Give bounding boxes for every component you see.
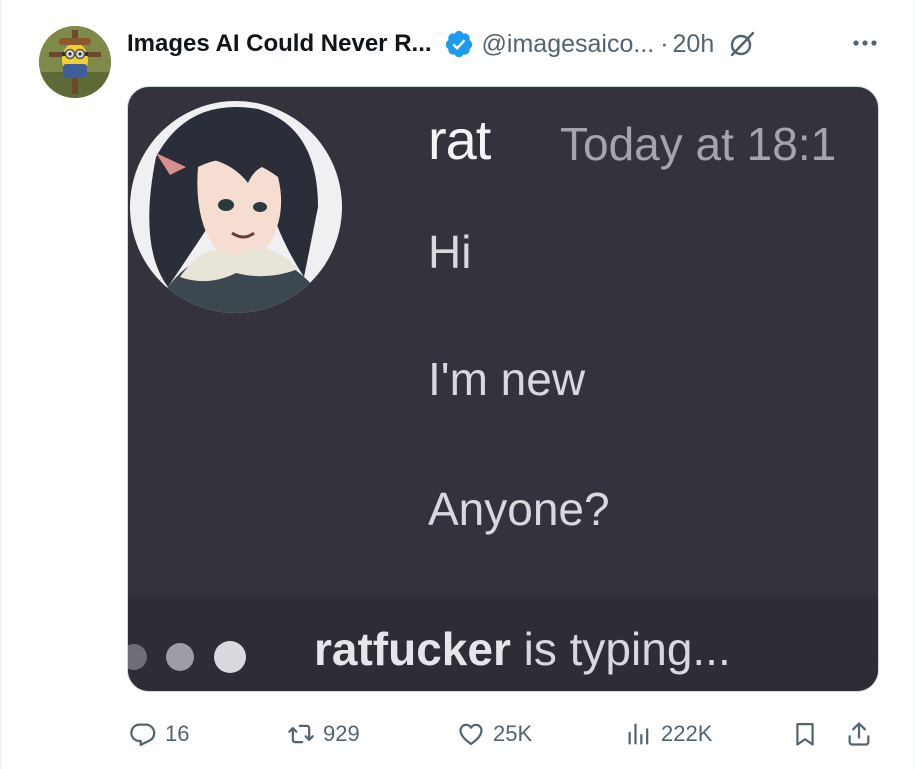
retweet-button[interactable]: 929 [287, 712, 360, 756]
share-icon [848, 722, 870, 746]
typing-suffix: is typing... [510, 623, 731, 675]
chat-message: I'm new [428, 353, 586, 405]
reply-count: 16 [165, 721, 190, 746]
chat-message: Hi [428, 226, 472, 278]
typing-indicator-text: ratfucker is typing... [314, 622, 731, 676]
verified-badge-icon[interactable] [444, 29, 474, 59]
views-button[interactable]: 222K [625, 712, 712, 756]
typing-dots-icon [128, 641, 246, 673]
like-button[interactable]: 25K [457, 712, 532, 756]
chat-username: rat [428, 108, 491, 171]
retweet-icon [288, 724, 314, 744]
author-avatar[interactable] [39, 26, 111, 98]
bookmark-icon [796, 722, 814, 746]
tweet[interactable]: Images AI Could Never R... @imagesaico..… [0, 0, 915, 769]
reply-button[interactable]: 16 [129, 712, 189, 756]
typing-username: ratfucker [314, 623, 511, 675]
views-count: 222K [661, 721, 713, 746]
views-chart-icon [628, 723, 649, 745]
author-display-name[interactable]: Images AI Could Never R... [127, 30, 432, 58]
tweet-media-image[interactable]: rat Today at 18:1 Hi I'm new Anyone? rat… [127, 86, 879, 692]
share-button[interactable] [845, 712, 873, 756]
more-icon[interactable] [850, 30, 880, 56]
grok-icon[interactable] [728, 30, 756, 58]
like-count: 25K [493, 721, 533, 746]
header-separator: · [660, 29, 669, 58]
retweet-count: 929 [323, 721, 360, 746]
bookmark-button[interactable] [791, 712, 819, 756]
chat-timestamp: Today at 18:1 [560, 118, 837, 170]
author-handle[interactable]: @imagesaico... [482, 30, 655, 59]
chat-message: Anyone? [428, 483, 610, 535]
tweet-header: Images AI Could Never R... @imagesaico..… [127, 24, 756, 64]
tweet-actions: 16 929 25K 222K [127, 712, 879, 756]
minion-scarecrow-avatar-icon [39, 26, 111, 98]
reply-icon [130, 723, 156, 746]
tweet-time[interactable]: 20h [673, 30, 715, 59]
heart-icon [459, 723, 483, 746]
anime-girl-profile-picture [130, 101, 342, 313]
